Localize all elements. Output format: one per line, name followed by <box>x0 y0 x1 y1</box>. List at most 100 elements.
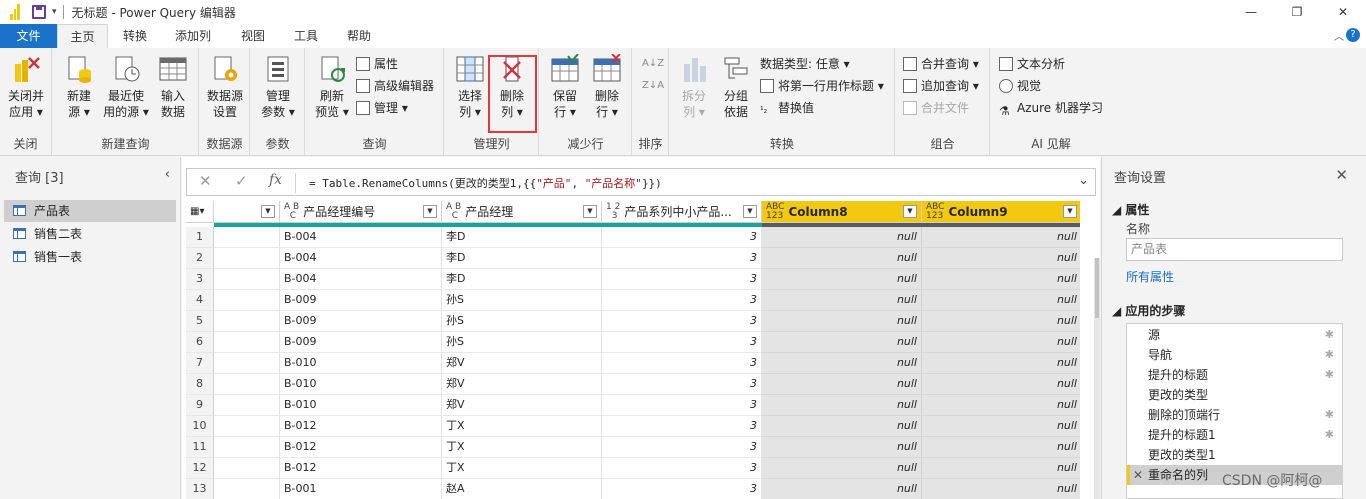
text-analytics-button[interactable]: 文本分析 <box>999 54 1065 74</box>
fx-icon[interactable]: fx <box>269 172 282 188</box>
column-filter-dropdown-icon[interactable]: ▼ <box>583 205 597 218</box>
table-cell[interactable]: null <box>922 374 1080 395</box>
grid-vertical-scrollbar[interactable] <box>1094 258 1100 499</box>
table-cell[interactable]: B-012 <box>280 458 442 479</box>
step-settings-gear-icon[interactable]: ✱ <box>1325 365 1334 385</box>
table-cell[interactable]: null <box>762 311 922 332</box>
merge-queries-button[interactable]: 合并查询 ▾ <box>903 54 979 74</box>
table-cell[interactable]: null <box>922 458 1080 479</box>
table-cell[interactable]: null <box>762 332 922 353</box>
table-cell[interactable]: 郑V <box>442 374 602 395</box>
table-cell[interactable] <box>214 353 280 374</box>
tab-home[interactable]: 主页 <box>57 24 108 49</box>
row-number[interactable]: 7 <box>186 353 214 374</box>
table-cell[interactable]: 郑V <box>442 353 602 374</box>
query-item-sales-2[interactable]: 销售二表 <box>4 223 176 245</box>
table-cell[interactable]: 孙S <box>442 290 602 311</box>
table-cell[interactable]: B-010 <box>280 353 442 374</box>
table-cell[interactable]: null <box>922 395 1080 416</box>
table-cell[interactable]: 3 <box>602 227 762 248</box>
table-cell[interactable]: null <box>922 227 1080 248</box>
table-cell[interactable]: null <box>922 290 1080 311</box>
column-filter-dropdown-icon[interactable]: ▼ <box>261 205 275 218</box>
tab-help[interactable]: 帮助 <box>336 24 382 48</box>
row-number[interactable]: 3 <box>186 269 214 290</box>
tab-add-column[interactable]: 添加列 <box>166 24 220 48</box>
applied-step-item[interactable]: 提升的标题 ✱ <box>1127 365 1342 385</box>
scrollbar-thumb[interactable] <box>1095 258 1099 318</box>
table-cell[interactable] <box>214 437 280 458</box>
collapse-ribbon-icon[interactable]: ︿ <box>1334 28 1344 43</box>
row-number[interactable]: 1 <box>186 227 214 248</box>
table-cell[interactable]: B-009 <box>280 332 442 353</box>
choose-columns-button[interactable]: 选择 列 ▾ <box>449 54 491 120</box>
table-cell[interactable]: null <box>762 437 922 458</box>
column-filter-dropdown-icon[interactable]: ▼ <box>423 205 437 218</box>
step-settings-gear-icon[interactable]: ✱ <box>1325 405 1334 425</box>
table-cell[interactable]: null <box>762 227 922 248</box>
table-cell[interactable] <box>214 374 280 395</box>
table-cell[interactable] <box>214 458 280 479</box>
table-cell[interactable]: 赵A <box>442 479 602 499</box>
use-first-row-header-button[interactable]: 将第一行用作标题 ▾ <box>760 76 884 96</box>
recent-sources-button[interactable]: 最近使 用的源 ▾ <box>103 54 149 120</box>
table-cell[interactable]: 李D <box>442 227 602 248</box>
row-number[interactable]: 8 <box>186 374 214 395</box>
formula-input[interactable]: = Table.RenameColumns(更改的类型1,{{"产品", "产品… <box>309 175 662 191</box>
collapse-queries-icon[interactable]: ‹ <box>165 167 170 182</box>
replace-values-button[interactable]: ¹₂ 替换值 <box>760 98 814 118</box>
tab-transform[interactable]: 转换 <box>112 24 158 48</box>
table-cell[interactable]: B-004 <box>280 269 442 290</box>
applied-step-item[interactable]: 删除的顶端行 ✱ <box>1127 405 1342 425</box>
table-cell[interactable]: null <box>762 353 922 374</box>
vision-button[interactable]: 视觉 <box>999 76 1041 96</box>
delete-step-icon[interactable]: ✕ <box>1133 465 1143 485</box>
table-cell[interactable]: null <box>922 311 1080 332</box>
table-cell[interactable] <box>214 332 280 353</box>
datasource-settings-button[interactable]: 数据源 设置 <box>203 54 247 120</box>
keep-rows-button[interactable]: 保留 行 ▾ <box>544 53 586 120</box>
table-cell[interactable]: B-009 <box>280 311 442 332</box>
table-cell[interactable] <box>214 269 280 290</box>
column-header[interactable]: ▼ <box>214 201 280 223</box>
table-corner-menu[interactable]: ▦▾ <box>186 201 214 223</box>
applied-step-item[interactable]: 更改的类型1 <box>1127 445 1342 465</box>
column-filter-dropdown-icon[interactable]: ▼ <box>1063 205 1077 218</box>
table-cell[interactable]: 3 <box>602 290 762 311</box>
table-cell[interactable]: 孙S <box>442 311 602 332</box>
formula-cancel-icon[interactable]: ✕ <box>199 172 212 190</box>
column-header[interactable]: A B C 产品经理 ▼ <box>442 201 602 223</box>
table-cell[interactable]: B-001 <box>280 479 442 499</box>
table-cell[interactable] <box>214 290 280 311</box>
formula-expand-icon[interactable]: ⌄ <box>1078 173 1089 188</box>
column-filter-dropdown-icon[interactable]: ▼ <box>903 205 917 218</box>
append-queries-button[interactable]: 追加查询 ▾ <box>903 76 979 96</box>
table-cell[interactable] <box>214 416 280 437</box>
sort-ascending-button[interactable]: A↓Z <box>642 54 664 74</box>
tab-view[interactable]: 视图 <box>230 24 276 48</box>
query-item-sales-1[interactable]: 销售一表 <box>4 246 176 268</box>
column-header[interactable]: A B C 产品经理编号 ▼ <box>280 201 442 223</box>
quick-access-dropdown-icon[interactable]: ▾ <box>52 7 57 17</box>
table-cell[interactable] <box>214 248 280 269</box>
table-cell[interactable]: 3 <box>602 374 762 395</box>
table-cell[interactable]: null <box>922 479 1080 499</box>
table-cell[interactable]: null <box>762 374 922 395</box>
table-cell[interactable]: 李D <box>442 248 602 269</box>
data-type-dropdown[interactable]: 数据类型: 任意 ▾ <box>760 54 850 74</box>
table-cell[interactable]: 孙S <box>442 332 602 353</box>
table-cell[interactable]: 郑V <box>442 395 602 416</box>
table-cell[interactable]: B-010 <box>280 395 442 416</box>
table-cell[interactable]: B-010 <box>280 374 442 395</box>
table-cell[interactable]: 3 <box>602 416 762 437</box>
table-cell[interactable]: null <box>922 437 1080 458</box>
azure-ml-button[interactable]: ⚗ Azure 机器学习 <box>999 98 1103 118</box>
properties-button[interactable]: 属性 <box>356 54 398 74</box>
restore-button[interactable]: ❐ <box>1274 0 1320 24</box>
step-settings-gear-icon[interactable]: ✱ <box>1325 325 1334 345</box>
table-cell[interactable]: 3 <box>602 332 762 353</box>
table-cell[interactable]: null <box>762 458 922 479</box>
table-cell[interactable]: 3 <box>602 248 762 269</box>
table-cell[interactable]: 3 <box>602 353 762 374</box>
manage-query-button[interactable]: 管理 ▾ <box>356 98 408 118</box>
